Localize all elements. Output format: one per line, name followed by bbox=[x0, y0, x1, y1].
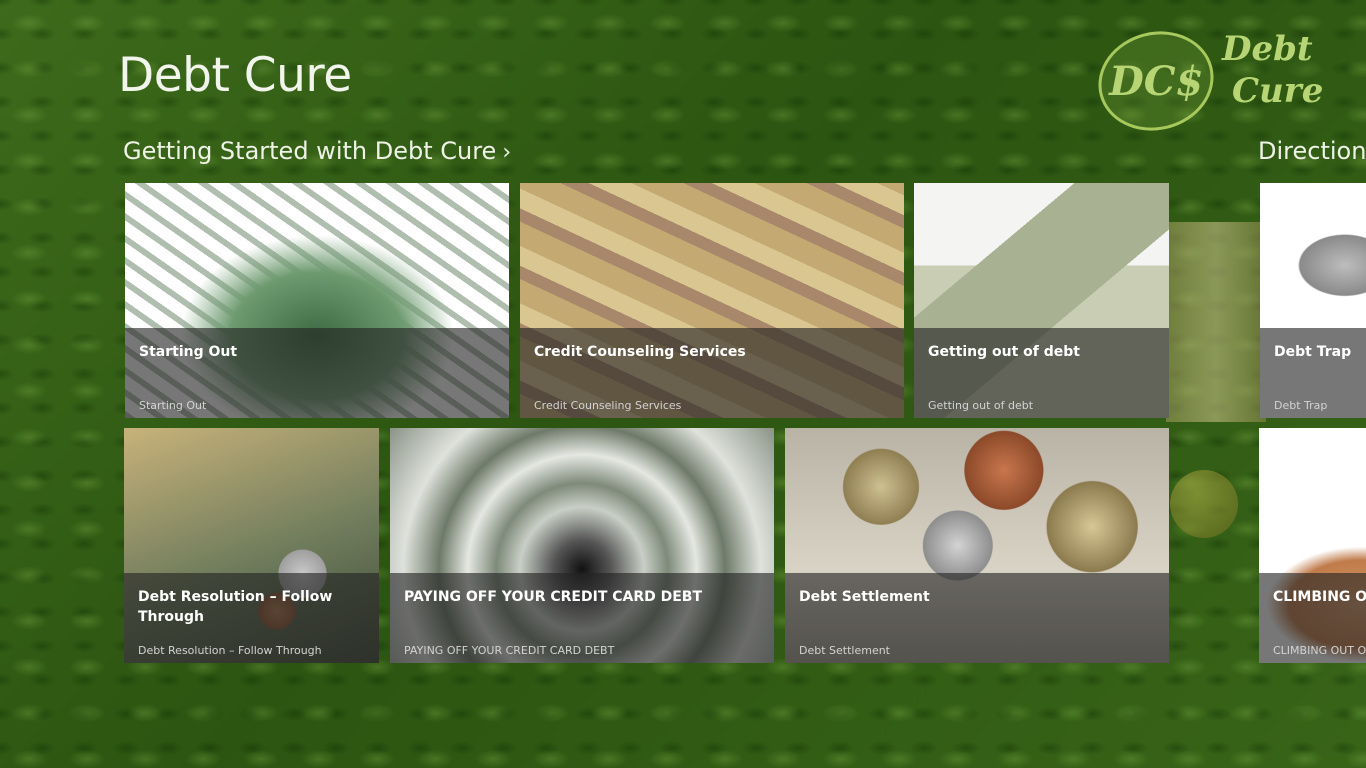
tile-subtitle: Starting Out bbox=[139, 399, 207, 412]
tile-title: PAYING OFF YOUR CREDIT CARD DEBT bbox=[404, 589, 703, 605]
tile-title: CLIMBING OUT OF DEBT bbox=[1273, 589, 1366, 605]
app-title: Debt Cure bbox=[118, 48, 352, 103]
group-header-directions[interactable]: Directions bbox=[1258, 137, 1366, 165]
tile-caption: Getting out of debt Getting out of debt bbox=[914, 328, 1169, 418]
tile-caption: Debt Settlement Debt Settlement bbox=[785, 573, 1169, 663]
tile-subtitle: Credit Counseling Services bbox=[534, 399, 682, 412]
background-decoration bbox=[1166, 222, 1266, 422]
tile-starting-out[interactable]: Starting Out Starting Out bbox=[125, 183, 509, 418]
tile-caption: CLIMBING OUT OF DEBT CLIMBING OUT OF DEB… bbox=[1259, 573, 1366, 663]
tile-title: Starting Out bbox=[139, 344, 238, 360]
group-header-getting-started[interactable]: Getting Started with Debt Cure › bbox=[123, 137, 511, 165]
tile-subtitle: Debt Settlement bbox=[799, 644, 890, 657]
app-logo: DC$ Debt Cure bbox=[1087, 19, 1324, 143]
logo-wordmark: Debt Cure bbox=[1222, 29, 1324, 111]
tile-subtitle: CLIMBING OUT OF DEBT bbox=[1273, 644, 1366, 657]
tile-debt-settlement[interactable]: Debt Settlement Debt Settlement bbox=[785, 428, 1169, 663]
tile-caption: Debt Resolution – Follow Through Debt Re… bbox=[124, 573, 379, 663]
tile-caption: Starting Out Starting Out bbox=[125, 328, 509, 418]
tile-getting-out-of-debt[interactable]: Getting out of debt Getting out of debt bbox=[914, 183, 1169, 418]
tile-caption: PAYING OFF YOUR CREDIT CARD DEBT PAYING … bbox=[390, 573, 774, 663]
tile-debt-trap[interactable]: Debt Trap Debt Trap bbox=[1260, 183, 1366, 418]
tile-title: Debt Settlement bbox=[799, 589, 930, 605]
tile-caption: Credit Counseling Services Credit Counse… bbox=[520, 328, 904, 418]
tile-subtitle: Debt Trap bbox=[1274, 399, 1328, 412]
chevron-right-icon: › bbox=[502, 140, 512, 165]
tile-subtitle: Getting out of debt bbox=[928, 399, 1034, 412]
background-figure bbox=[1170, 470, 1238, 538]
logo-monogram: DC$ bbox=[1087, 19, 1225, 143]
tile-credit-counseling-services[interactable]: Credit Counseling Services Credit Counse… bbox=[520, 183, 904, 418]
tile-caption: Debt Trap Debt Trap bbox=[1260, 328, 1366, 418]
tile-climbing-out-of-debt[interactable]: CLIMBING OUT OF DEBT CLIMBING OUT OF DEB… bbox=[1259, 428, 1366, 663]
tile-title: Debt Trap bbox=[1274, 344, 1352, 360]
tile-subtitle: PAYING OFF YOUR CREDIT CARD DEBT bbox=[404, 644, 615, 657]
tile-paying-off-credit-card-debt[interactable]: PAYING OFF YOUR CREDIT CARD DEBT PAYING … bbox=[390, 428, 774, 663]
tile-title: Credit Counseling Services bbox=[534, 344, 746, 360]
tile-subtitle: Debt Resolution – Follow Through bbox=[138, 644, 322, 657]
tile-title: Debt Resolution – Follow Through bbox=[138, 589, 333, 625]
tile-debt-resolution-follow-through[interactable]: Debt Resolution – Follow Through Debt Re… bbox=[124, 428, 379, 663]
tile-title: Getting out of debt bbox=[928, 344, 1080, 360]
